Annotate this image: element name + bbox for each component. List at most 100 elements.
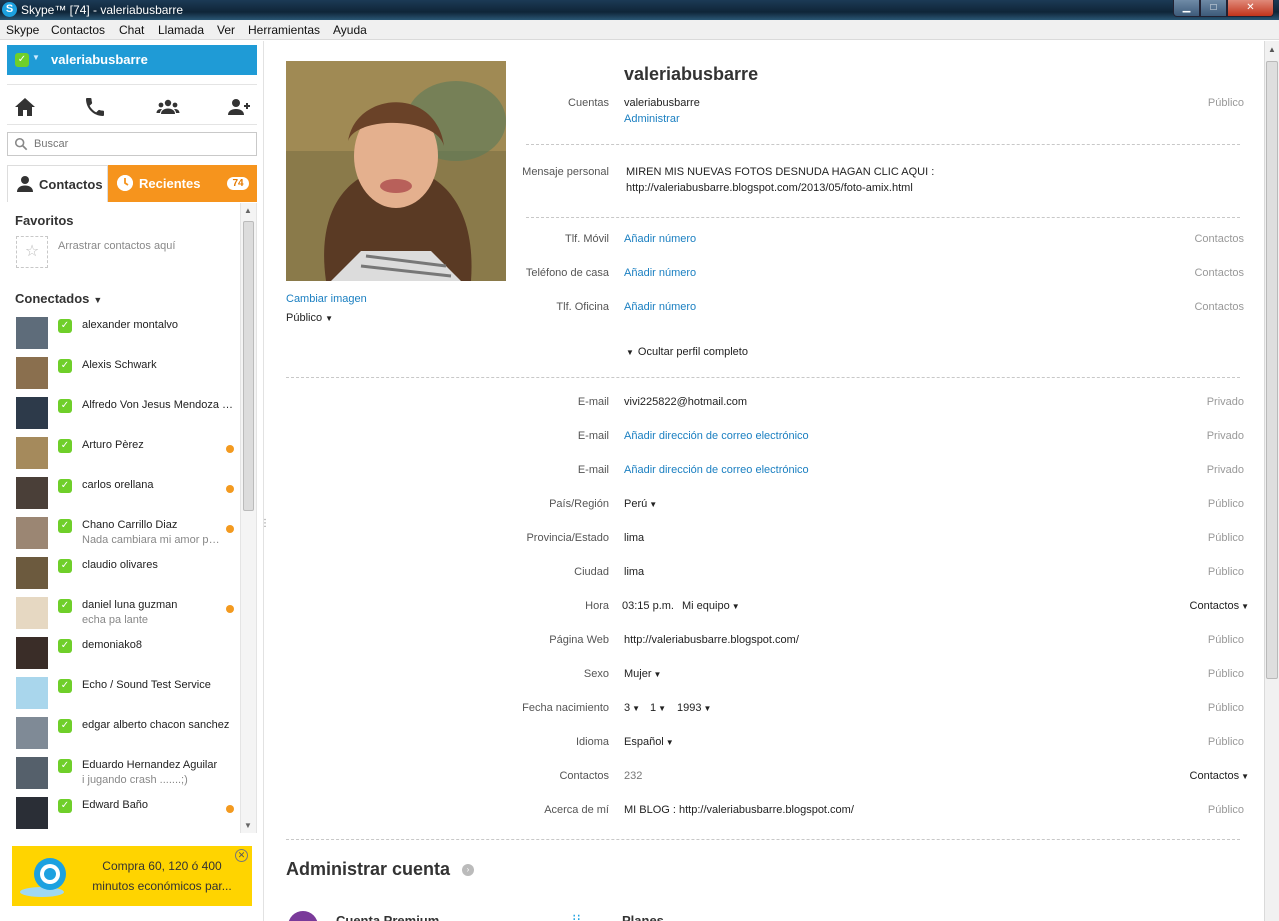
menu-herramientas[interactable]: Herramientas [248, 23, 320, 37]
add-number-link[interactable]: Añadir número [624, 267, 696, 279]
away-dot [226, 805, 234, 813]
maximize-button[interactable]: □ [1200, 0, 1227, 17]
add-number-link[interactable]: Añadir número [624, 301, 696, 313]
hide-full-profile-toggle[interactable]: ▼ Ocultar perfil completo [624, 346, 748, 358]
contact-item[interactable]: ✓ edgar alberto chacon sanchez [7, 714, 239, 754]
visibility-label: Contactos [1194, 301, 1244, 313]
contact-item[interactable]: ✓ Edward Baño [7, 794, 239, 833]
mood-text-line1[interactable]: MIREN MIS NUEVAS FOTOS DESNUDA HAGAN CLI… [626, 166, 934, 178]
country-dropdown[interactable]: Perú ▼ [624, 498, 657, 510]
change-image-link[interactable]: Cambiar imagen [286, 293, 367, 305]
home-icon[interactable] [12, 95, 38, 119]
contact-item[interactable]: ✓ Echo / Sound Test Service [7, 674, 239, 714]
caret-down-icon: ▼ [1241, 602, 1249, 611]
tab-contactos[interactable]: Contactos [7, 165, 108, 202]
contact-item[interactable]: ✓ alexander montalvo [7, 314, 239, 354]
arrow-right-icon[interactable]: › [462, 864, 474, 876]
birth-day-dropdown[interactable]: 3 ▼ [624, 702, 640, 714]
timezone-value: Mi equipo [682, 600, 730, 612]
visibility-dropdown[interactable]: Contactos ▼ [1190, 600, 1249, 612]
add-contact-icon[interactable] [226, 95, 252, 119]
timezone-dropdown[interactable]: Mi equipo ▼ [682, 600, 740, 612]
about-row: Acerca de mí MI BLOG : http://valeriabus… [526, 804, 1244, 822]
contact-item[interactable]: ✓ Alexis Schwark [7, 354, 239, 394]
profile-photo[interactable] [286, 61, 506, 281]
scroll-down-icon[interactable]: ▼ [244, 821, 252, 830]
phone-icon[interactable] [82, 95, 108, 119]
account-value: valeriabusbarre [624, 97, 700, 109]
photo-visibility-dropdown[interactable]: Público ▼ [286, 312, 333, 324]
field-label: Mensaje personal [522, 166, 609, 178]
gender-dropdown[interactable]: Mujer ▼ [624, 668, 661, 680]
birth-year-dropdown[interactable]: 1993 ▼ [677, 702, 711, 714]
group-icon[interactable] [155, 95, 181, 119]
visibility-label: Público [1207, 702, 1244, 714]
state-value[interactable]: lima [624, 532, 644, 544]
menu-contactos[interactable]: Contactos [51, 23, 105, 37]
headset-icon [16, 677, 48, 709]
manage-account-link[interactable]: Administrar [624, 113, 680, 125]
add-email-link[interactable]: Añadir dirección de correo electrónico [624, 430, 809, 442]
menu-llamada[interactable]: Llamada [158, 23, 204, 37]
promo-banner[interactable]: Compra 60, 120 ó 400 minutos económicos … [12, 846, 252, 906]
email-value[interactable]: vivi225822@hotmail.com [624, 396, 747, 408]
search-field[interactable] [7, 132, 257, 156]
field-label: Acerca de mí [544, 804, 609, 816]
plans-link[interactable]: Planes [622, 913, 664, 921]
user-status-bar[interactable]: ✓ ▼ valeriabusbarre [7, 45, 257, 75]
contact-item[interactable]: ✓ Eduardo Hernandez Aguilar i jugando cr… [7, 754, 239, 794]
visibility-dropdown[interactable]: Contactos ▼ [1190, 770, 1249, 782]
tab-recientes[interactable]: Recientes 74 [108, 165, 257, 202]
scroll-up-icon[interactable]: ▲ [1268, 45, 1276, 54]
divider [526, 217, 1240, 218]
scroll-up-icon[interactable]: ▲ [244, 206, 252, 215]
close-button[interactable]: ✕ [1227, 0, 1274, 17]
contact-item[interactable]: ✓ Alfredo Von Jesus Mendoza C... [7, 394, 239, 434]
online-status-icon[interactable]: ✓ [15, 53, 29, 67]
language-value: Español [624, 736, 664, 748]
close-icon[interactable]: ✕ [235, 849, 248, 862]
contact-item[interactable]: ✓ Arturo Pèrez [7, 434, 239, 474]
premium-account-link[interactable]: Cuenta Premium [336, 913, 439, 921]
contact-item[interactable]: ✓ Chano Carrillo Diaz Nada cambiara mi a… [7, 514, 239, 554]
country-row: País/Región Perú ▼ Público [526, 498, 1244, 516]
contact-item[interactable]: ✓ daniel luna guzman echa pa lante [7, 594, 239, 634]
caret-down-icon: ▼ [703, 704, 712, 713]
visibility-label: Privado [1206, 464, 1244, 476]
birth-day-value: 3 [624, 702, 631, 714]
online-group-toggle[interactable]: Conectados ▼ [15, 291, 102, 306]
contact-item[interactable]: ✓ carlos orellana [7, 474, 239, 514]
mood-text-line2[interactable]: http://valeriabusbarre.blogspot.com/2013… [626, 182, 913, 194]
chevron-down-icon[interactable]: ▼ [32, 53, 40, 62]
contact-list-scrollbar[interactable]: ▲ ▼ [240, 203, 256, 833]
menu-bar: Skype Contactos Chat Llamada Ver Herrami… [0, 20, 1279, 40]
avatar [16, 397, 48, 429]
menu-chat[interactable]: Chat [119, 23, 144, 37]
add-email-link[interactable]: Añadir dirección de correo electrónico [624, 464, 809, 476]
contact-list: Favoritos ☆ Arrastrar contactos aquí Con… [7, 203, 257, 833]
birth-month-dropdown[interactable]: 1 ▼ [650, 702, 666, 714]
add-number-link[interactable]: Añadir número [624, 233, 696, 245]
photo-visibility-value: Público [286, 312, 323, 324]
manage-account-heading[interactable]: Administrar cuenta [286, 859, 450, 880]
contact-item[interactable]: ✓ demoniako8 [7, 634, 239, 674]
field-label: Sexo [583, 668, 609, 680]
menu-skype[interactable]: Skype [6, 23, 39, 37]
language-dropdown[interactable]: Español ▼ [624, 736, 674, 748]
website-value[interactable]: http://valeriabusbarre.blogspot.com/ [624, 634, 799, 646]
contact-item[interactable]: ✓ claudio olivares [7, 554, 239, 594]
minimize-button[interactable]: ▁ [1173, 0, 1200, 17]
menu-ayuda[interactable]: Ayuda [333, 23, 367, 37]
caret-down-icon: ▼ [325, 314, 333, 323]
menu-ver[interactable]: Ver [217, 23, 235, 37]
visibility-label: Contactos [1194, 267, 1244, 279]
search-input[interactable] [34, 136, 249, 152]
scrollbar-thumb[interactable] [1266, 61, 1278, 679]
about-value[interactable]: MI BLOG : http://valeriabusbarre.blogspo… [624, 804, 854, 816]
scrollbar-thumb[interactable] [243, 221, 254, 511]
avatar [16, 557, 48, 589]
city-value[interactable]: lima [624, 566, 644, 578]
profile-scrollbar[interactable]: ▲ [1264, 41, 1279, 921]
visibility-label: Público [1207, 532, 1244, 544]
contact-name: Echo / Sound Test Service [82, 679, 211, 691]
